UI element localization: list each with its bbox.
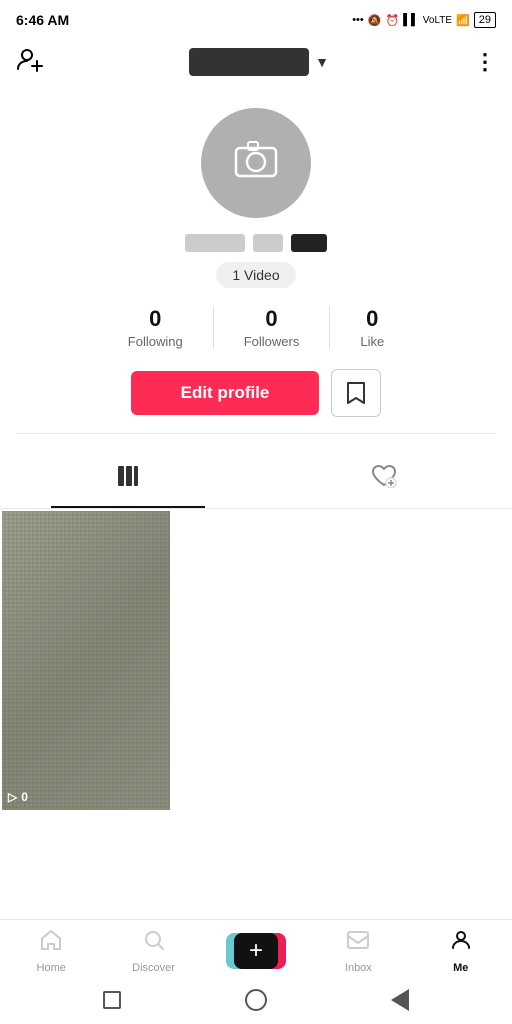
- followers-count: 0: [265, 306, 277, 332]
- following-label: Following: [128, 334, 183, 349]
- nav-me[interactable]: Me: [431, 928, 491, 974]
- tab-grid[interactable]: [0, 450, 256, 508]
- battery-icon: 29: [474, 12, 496, 28]
- nav-discover[interactable]: Discover: [124, 928, 184, 974]
- nav-create[interactable]: +: [226, 932, 286, 970]
- action-buttons: Edit profile: [131, 369, 382, 417]
- nav-items: Home Discover +: [0, 920, 512, 978]
- top-nav: ▼ ⋮: [0, 36, 512, 88]
- username-area: [185, 234, 327, 252]
- likes-label: Like: [360, 334, 384, 349]
- me-icon: [449, 928, 473, 959]
- username-text-1: [185, 234, 245, 252]
- camera-icon: [232, 134, 280, 192]
- edit-profile-button[interactable]: Edit profile: [131, 371, 320, 415]
- bookmark-button[interactable]: [331, 369, 381, 417]
- mute-icon: 🔕: [368, 14, 382, 27]
- video-play-count: ▷ 0: [8, 790, 28, 804]
- signal-bars-icon: ▌▌: [403, 14, 419, 26]
- username-bar: [189, 48, 309, 76]
- username-dropdown[interactable]: ▼: [189, 48, 329, 76]
- play-icon: ▷: [8, 790, 17, 804]
- thumbnail-image: [2, 511, 170, 810]
- status-bar: 6:46 AM ••• 🔕 ⏰ ▌▌ VoLTE 📶 29: [0, 0, 512, 36]
- discover-icon: [142, 928, 166, 959]
- square-icon: [103, 991, 121, 1009]
- lte-icon: VoLTE: [423, 15, 452, 26]
- android-home-button[interactable]: [242, 986, 270, 1014]
- home-label: Home: [37, 962, 66, 974]
- discover-label: Discover: [132, 962, 175, 974]
- me-label: Me: [453, 962, 468, 974]
- followers-label: Followers: [244, 334, 300, 349]
- bottom-nav: Home Discover +: [0, 919, 512, 1024]
- stats-row: 0 Following 0 Followers 0 Like: [16, 306, 496, 349]
- android-back-button[interactable]: [98, 986, 126, 1014]
- likes-count: 0: [366, 306, 378, 332]
- username-text-3: [291, 234, 327, 252]
- video-badge: 1 Video: [216, 262, 295, 288]
- wifi-icon: 📶: [456, 14, 470, 27]
- more-options-button[interactable]: ⋮: [474, 49, 496, 75]
- video-grid: ▷ 0: [0, 509, 512, 812]
- android-recents-button[interactable]: [386, 986, 414, 1014]
- triangle-icon: [391, 989, 409, 1011]
- profile-divider: [16, 433, 496, 434]
- add-user-button[interactable]: [16, 45, 44, 80]
- video-thumbnail[interactable]: ▷ 0: [2, 511, 170, 810]
- inbox-icon: [346, 928, 370, 959]
- alarm-icon: ⏰: [385, 14, 399, 27]
- signal-dots-icon: •••: [352, 14, 364, 26]
- status-time: 6:46 AM: [16, 12, 69, 28]
- inbox-label: Inbox: [345, 962, 372, 974]
- android-nav-bar: [0, 978, 512, 1024]
- liked-icon: [371, 464, 397, 494]
- nav-inbox[interactable]: Inbox: [328, 928, 388, 974]
- grid-icon: [116, 464, 140, 494]
- home-icon: [39, 928, 63, 959]
- username-text-2: [253, 234, 283, 252]
- tab-liked[interactable]: [256, 450, 512, 508]
- status-icons: ••• 🔕 ⏰ ▌▌ VoLTE 📶 29: [352, 12, 496, 28]
- play-count-number: 0: [21, 790, 28, 804]
- followers-stat[interactable]: 0 Followers: [214, 306, 331, 349]
- dropdown-arrow-icon: ▼: [315, 54, 329, 70]
- likes-stat[interactable]: 0 Like: [330, 306, 414, 349]
- following-count: 0: [149, 306, 161, 332]
- content-tabs: [0, 450, 512, 509]
- profile-section: 1 Video 0 Following 0 Followers 0 Like E…: [0, 88, 512, 450]
- avatar[interactable]: [201, 108, 311, 218]
- nav-home[interactable]: Home: [21, 928, 81, 974]
- plus-icon: +: [249, 939, 263, 963]
- circle-icon: [245, 989, 267, 1011]
- following-stat[interactable]: 0 Following: [98, 306, 214, 349]
